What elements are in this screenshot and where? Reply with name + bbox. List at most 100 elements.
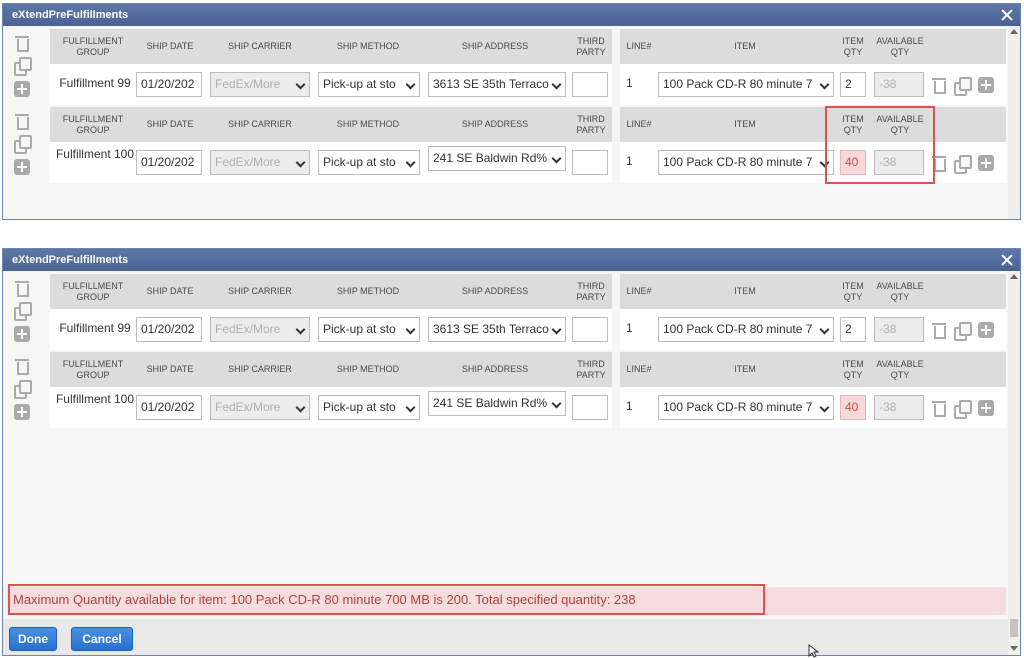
header-item: ITEM	[734, 119, 756, 129]
header-item-qty: ITEM QTY	[842, 35, 864, 57]
table-row: 1 100 Pack CD-R 80 minute 7 40 -38	[620, 387, 1006, 428]
third-party-field[interactable]	[572, 395, 608, 420]
header-ship-carrier: SHIP CARRIER	[228, 41, 292, 51]
third-party-field[interactable]	[572, 150, 608, 175]
plus-icon[interactable]	[978, 399, 994, 416]
copy-icon[interactable]	[954, 321, 972, 341]
trash-icon[interactable]	[15, 113, 29, 130]
header-item: ITEM	[734, 41, 756, 51]
third-party-field[interactable]	[572, 72, 608, 97]
scroll-down-icon[interactable]	[1010, 646, 1018, 651]
item-select[interactable]: 100 Pack CD-R 80 minute 7	[658, 395, 834, 420]
row-actions	[932, 387, 994, 428]
ship-date-field[interactable]: 01/20/202	[136, 150, 202, 175]
trash-icon[interactable]	[932, 400, 946, 417]
group-header-right: LINE# ITEM ITEM QTY AVAILABLE QTY	[620, 352, 1006, 387]
header-ship-address: SHIP ADDRESS	[461, 119, 529, 129]
table-row: Fulfillment 100 01/20/202 FedEx/More Pic…	[50, 142, 612, 183]
bottom-dialog: eXtendPreFulfillments FULFILLMENT GROUP …	[2, 248, 1021, 656]
header-item-qty: ITEM QTY	[842, 280, 864, 302]
ship-date-field[interactable]: 01/20/202	[136, 395, 202, 420]
ship-address-select[interactable]: 3613 SE 35th Terraco	[428, 317, 566, 342]
group-header-right: LINE# ITEM ITEM QTY AVAILABLE QTY	[620, 107, 1006, 142]
scroll-thumb[interactable]	[1010, 619, 1018, 637]
header-line: LINE#	[626, 286, 652, 296]
header-available-qty: AVAILABLE QTY	[876, 35, 924, 57]
ship-carrier-select: FedEx/More	[210, 150, 310, 175]
header-ship-method: SHIP METHOD	[336, 286, 400, 296]
plus-icon[interactable]	[14, 326, 30, 342]
header-item: ITEM	[734, 364, 756, 374]
ship-date-field[interactable]: 01/20/202	[136, 72, 202, 97]
header-available-qty: AVAILABLE QTY	[876, 358, 924, 380]
header-ship-method: SHIP METHOD	[336, 364, 400, 374]
item-select[interactable]: 100 Pack CD-R 80 minute 7	[658, 317, 834, 342]
top-dialog: eXtendPreFulfillments FULFILLMENT GROUP …	[2, 3, 1021, 220]
third-party-field[interactable]	[572, 317, 608, 342]
copy-icon[interactable]	[14, 57, 32, 76]
copy-icon[interactable]	[14, 380, 32, 399]
trash-icon[interactable]	[15, 280, 29, 297]
copy-icon[interactable]	[14, 302, 32, 321]
plus-icon[interactable]	[14, 159, 30, 175]
item-qty-field[interactable]: 2	[840, 72, 866, 97]
header-line: LINE#	[626, 119, 652, 129]
ship-method-select[interactable]: Pick-up at sto	[318, 317, 420, 342]
line-number: 1	[626, 321, 633, 335]
group-header-right: LINE# ITEM ITEM QTY AVAILABLE QTY	[620, 29, 1006, 64]
trash-icon[interactable]	[932, 322, 946, 339]
copy-icon[interactable]	[954, 154, 972, 174]
cancel-button[interactable]: Cancel	[71, 627, 133, 651]
close-icon[interactable]	[999, 4, 1015, 26]
item-qty-field[interactable]: 2	[840, 317, 866, 342]
group-header-right: LINE# ITEM ITEM QTY AVAILABLE QTY	[620, 274, 1006, 309]
plus-icon[interactable]	[14, 404, 30, 420]
header-third-party: THIRD PARTY	[576, 35, 606, 57]
header-ship-carrier: SHIP CARRIER	[228, 364, 292, 374]
table-row: 1 100 Pack CD-R 80 minute 7 2 -38	[620, 309, 1006, 350]
group-header-left: FULFILLMENT GROUP SHIP DATE SHIP CARRIER…	[50, 107, 612, 142]
plus-icon[interactable]	[978, 321, 994, 338]
group-header-left: FULFILLMENT GROUP SHIP DATE SHIP CARRIER…	[50, 274, 612, 309]
header-ship-carrier: SHIP CARRIER	[228, 286, 292, 296]
ship-date-field[interactable]: 01/20/202	[136, 317, 202, 342]
header-line: LINE#	[626, 41, 652, 51]
ship-address-select[interactable]: 241 SE Baldwin Rd%	[428, 391, 566, 416]
trash-icon[interactable]	[15, 358, 29, 375]
ship-method-select[interactable]: Pick-up at sto	[318, 72, 420, 97]
ship-method-select[interactable]: Pick-up at sto	[318, 150, 420, 175]
header-line: LINE#	[626, 364, 652, 374]
ship-address-select[interactable]: 3613 SE 35th Terraco	[428, 72, 566, 97]
plus-icon[interactable]	[14, 81, 30, 97]
header-fulfillment-group: FULFILLMENT GROUP	[62, 280, 124, 302]
close-icon[interactable]	[999, 249, 1015, 271]
copy-icon[interactable]	[954, 399, 972, 419]
header-ship-address: SHIP ADDRESS	[461, 286, 529, 296]
item-select[interactable]: 100 Pack CD-R 80 minute 7	[658, 72, 834, 97]
ship-carrier-select: FedEx/More	[210, 317, 310, 342]
fulfillment-name: Fulfillment 100	[55, 392, 135, 406]
copy-icon[interactable]	[954, 76, 972, 96]
done-button[interactable]: Done	[9, 627, 57, 651]
group-header-left: FULFILLMENT GROUP SHIP DATE SHIP CARRIER…	[50, 352, 612, 387]
header-ship-method: SHIP METHOD	[336, 41, 400, 51]
line-number: 1	[626, 76, 633, 90]
ship-address-select[interactable]: 241 SE Baldwin Rd%	[428, 146, 566, 171]
header-ship-date: SHIP DATE	[146, 286, 194, 296]
ship-method-select[interactable]: Pick-up at sto	[318, 395, 420, 420]
trash-icon[interactable]	[15, 35, 29, 52]
header-third-party: THIRD PARTY	[576, 113, 606, 135]
dialog-footer: Done Cancel	[3, 619, 1008, 655]
header-ship-date: SHIP DATE	[146, 364, 194, 374]
scroll-up-icon[interactable]	[1010, 274, 1018, 279]
plus-icon[interactable]	[978, 76, 994, 93]
scroll-up-icon[interactable]	[1010, 29, 1018, 34]
plus-icon[interactable]	[978, 154, 994, 171]
copy-icon[interactable]	[14, 135, 32, 154]
table-row: Fulfillment 99 01/20/202 FedEx/More Pick…	[50, 64, 612, 105]
fulfillment-name: Fulfillment 99	[59, 321, 131, 335]
fulfillment-group: FULFILLMENT GROUP SHIP DATE SHIP CARRIER…	[3, 352, 1010, 428]
trash-icon[interactable]	[932, 77, 946, 94]
item-qty-field[interactable]: 40	[840, 395, 866, 420]
item-select[interactable]: 100 Pack CD-R 80 minute 7	[658, 150, 834, 175]
